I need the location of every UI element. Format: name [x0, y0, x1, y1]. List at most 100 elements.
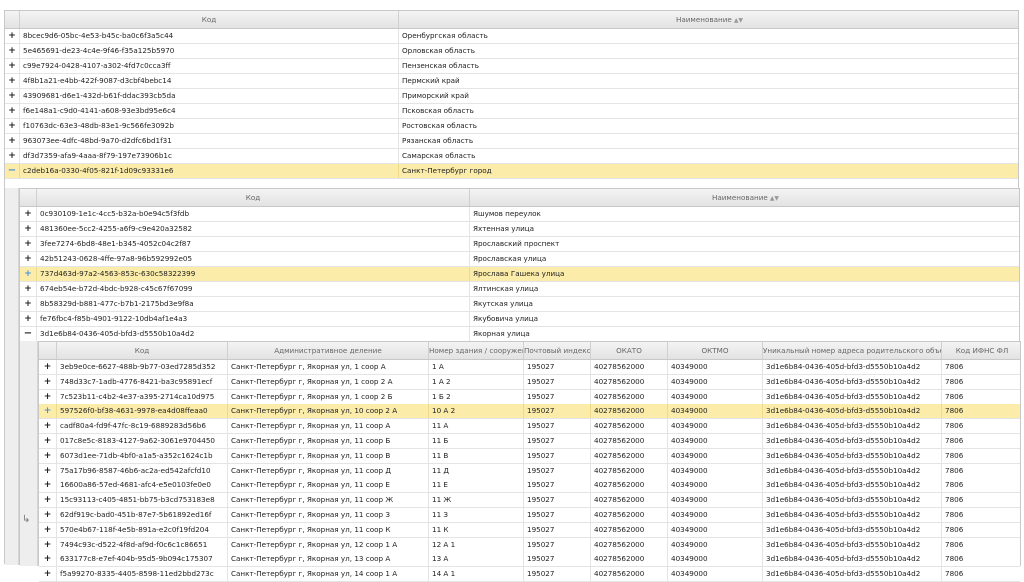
expand-row-icon[interactable]: +	[39, 390, 56, 404]
expand-row-icon[interactable]: +	[39, 375, 56, 389]
street-row[interactable]: +674eb54e-b72d-4bdc-b928-c45c67f67099 Ялт…	[20, 282, 1019, 297]
house-row[interactable]: +6073d1ee-71db-4bf0-a1a5-a352c1624c1b Сан…	[39, 448, 1020, 464]
expand-row-icon[interactable]: +	[39, 493, 56, 507]
column-header-name[interactable]: Наименование ▲▼	[398, 11, 1020, 28]
cell-name: Якутская улица	[469, 297, 1021, 311]
house-row[interactable]: +7c523b11-c4b2-4e37-a395-2714ca10d975 Сан…	[39, 389, 1020, 405]
sort-icon[interactable]: ▲▼	[770, 195, 779, 202]
region-row[interactable]: +5e465691-de23-4c4e-9f46-f35a125b5970 Орл…	[5, 44, 1018, 59]
cell-name: Ростовская область	[398, 119, 1020, 133]
region-row[interactable]: +4f8b1a21-e4bb-422f-9087-d3cbf4bebc14 Пер…	[5, 74, 1018, 89]
column-header-code[interactable]: Код	[19, 11, 398, 28]
expand-row-icon[interactable]: +	[20, 252, 36, 266]
street-row[interactable]: +737d463d-97a2-4563-853c-630c58322399 Яро…	[20, 267, 1019, 282]
expand-row-icon[interactable]: +	[39, 478, 56, 492]
column-header-postal[interactable]: Почтовый индекс	[523, 342, 590, 359]
column-header-oktmo[interactable]: ОКТМО	[667, 342, 762, 359]
house-row[interactable]: +62df919c-bad0-451b-87e7-5b61892ed16f Сан…	[39, 508, 1020, 523]
cell-admin: Санкт-Петербург г, Якорная ул, 1 соор 2 …	[227, 389, 428, 404]
expand-row-icon[interactable]: +	[39, 419, 56, 433]
cell-admin: Санкт-Петербург г, Якорная ул, 1 соор 2 …	[227, 374, 428, 389]
expand-row-icon[interactable]: +	[39, 404, 56, 418]
expand-row-icon[interactable]: +	[20, 297, 36, 311]
expand-row-icon[interactable]: +	[39, 508, 56, 522]
expand-row-icon[interactable]: +	[20, 222, 36, 236]
column-header-code[interactable]: Код	[56, 342, 227, 359]
expand-row-icon[interactable]: +	[20, 312, 36, 326]
column-header-name[interactable]: Наименование ▲▼	[469, 189, 1021, 206]
cell-code: 748d33c7-1adb-4776-8421-ba3c95891ecf	[56, 374, 227, 389]
expand-row-icon[interactable]: +	[20, 207, 36, 221]
house-row[interactable]: +748d33c7-1adb-4776-8421-ba3c95891ecf Сан…	[39, 374, 1020, 390]
region-row[interactable]: + c99e7924-0428-4107-a302-4fd7c0cca3ff Пен…	[5, 59, 1018, 74]
cell-postal: 195027	[523, 463, 590, 478]
expand-row-icon[interactable]: +	[5, 74, 19, 88]
expand-row-icon[interactable]: +	[5, 149, 19, 163]
column-header-code[interactable]: Код	[36, 189, 469, 206]
expand-row-icon[interactable]: +	[20, 237, 36, 251]
expand-row-icon[interactable]: +	[39, 538, 56, 552]
expand-row-icon[interactable]: +	[5, 59, 19, 73]
house-row[interactable]: + cadf80a4-fd9f-47fc-8c19-6889283d56b6 Сан…	[39, 419, 1020, 435]
cell-admin: Санкт-Петербург г, Якорная ул, 10 соор 2…	[227, 404, 428, 419]
street-row[interactable]: +3fee7274-6bd8-48e1-b345-4052c04c2f87 Яро…	[20, 237, 1019, 252]
cell-building: 14 А 1	[428, 567, 523, 582]
house-row[interactable]: +633177c8-e7ef-404b-95d5-9b094c175307 Сан…	[39, 552, 1020, 568]
street-row[interactable]: +481360ee-5cc2-4255-a6f9-c9e420a32582 Яхт…	[20, 222, 1019, 237]
cell-oktmo: 40349000	[667, 434, 762, 448]
expand-row-icon[interactable]: +	[5, 29, 19, 43]
cell-building: 11 З	[428, 508, 523, 522]
street-row[interactable]: +42b51243-0628-4ffe-97a8-96b592992e05 Яро…	[20, 252, 1019, 267]
collapse-row-icon[interactable]: −	[20, 327, 36, 341]
house-row[interactable]: +017c8e5c-8183-4127-9a62-3061e9704450 Сан…	[39, 434, 1020, 449]
region-row[interactable]: + f6e148a1-c9d0-4141-a608-93e3bd95e6c4 Пск…	[5, 104, 1018, 119]
expand-row-icon[interactable]: +	[5, 104, 19, 118]
cell-name: Оренбургская область	[398, 29, 1020, 43]
cell-postal: 195027	[523, 478, 590, 493]
region-row[interactable]: − c2deb16a-0330-4f05-821f-1d09c93331e6 Сан…	[5, 164, 1018, 179]
cell-code: 633177c8-e7ef-404b-95d5-9b094c175307	[56, 552, 227, 567]
street-row[interactable]: +8b58329d-b881-477c-b7b1-2175bd3e9f8a Яку…	[20, 297, 1019, 312]
expand-row-icon[interactable]: +	[20, 282, 36, 296]
expand-row-icon[interactable]: +	[39, 552, 56, 566]
column-header-building[interactable]: Номер здания / сооружения	[428, 342, 523, 359]
street-row[interactable]: +0c930109-1e1c-4cc5-b32a-b0e94c5f3fdb Яшу…	[20, 207, 1019, 222]
sort-icon[interactable]: ▲▼	[734, 17, 743, 24]
street-row[interactable]: −3d1e6b84-0436-405d-bfd3-d5550b10a4d2 Яко…	[20, 327, 1019, 342]
region-row[interactable]: +8bcec9d6-05bc-4e53-b45c-ba0c6f3a5c44 Оре…	[5, 29, 1018, 44]
expand-row-icon[interactable]: +	[39, 523, 56, 537]
cell-code: 7494c93c-d522-4f8d-af9d-f0c6c1c86651	[56, 537, 227, 552]
expand-row-icon[interactable]: +	[20, 267, 36, 281]
region-row[interactable]: + f10763dc-63e3-48db-83e1-9c566fe3092b Рос…	[5, 119, 1018, 134]
house-row[interactable]: +597526f0-bf38-4631-9978-ea4d08ffeaa0 Сан…	[39, 404, 1020, 420]
expand-row-icon[interactable]: +	[5, 134, 19, 148]
expand-row-icon[interactable]: +	[39, 434, 56, 448]
house-row[interactable]: +75a17b96-8587-46b6-ac2a-ed542afcfd10 Сан…	[39, 463, 1020, 479]
expand-row-icon[interactable]: +	[5, 89, 19, 103]
column-header-okato[interactable]: ОКАТО	[590, 342, 667, 359]
cell-admin: Санкт-Петербург г, Якорная ул, 12 соор 1…	[227, 537, 428, 552]
house-row[interactable]: +570e4b67-118f-4e5b-891a-e2c0f19fd204 Сан…	[39, 522, 1022, 538]
expand-row-icon[interactable]: +	[39, 567, 56, 581]
cell-ifns: 7806	[941, 522, 1022, 537]
column-header-parent[interactable]: Уникальный номер адреса родительского об…	[762, 342, 941, 359]
expand-row-icon[interactable]: +	[5, 44, 19, 58]
cell-parent: 3d1e6b84-0436-405d-bfd3-d5550b10a4d2	[762, 389, 941, 404]
expand-row-icon[interactable]: +	[39, 449, 56, 463]
cell-code: c2deb16a-0330-4f05-821f-1d09c93331e6	[19, 164, 398, 178]
house-row[interactable]: +15c93113-c405-4851-bb75-b3cd753183e8 Сан…	[39, 493, 1020, 509]
expand-row-icon[interactable]: +	[39, 464, 56, 478]
column-header-ifns[interactable]: Код ИФНС ФЛ	[941, 342, 1022, 359]
house-row[interactable]: + f5a99270-8335-4405-8598-11ed2bbd273c Сан…	[39, 567, 1020, 582]
column-header-admin[interactable]: Административное деление	[227, 342, 428, 359]
house-row[interactable]: +16600a86-57ed-4681-afc4-e5e0103fe0e0 Сан…	[39, 478, 1020, 494]
expand-row-icon[interactable]: +	[39, 360, 56, 374]
house-row[interactable]: +3eb9e0ce-6627-488b-9b77-03ed7285d352 Сан…	[39, 360, 1020, 375]
expand-row-icon[interactable]: +	[5, 119, 19, 133]
collapse-row-icon[interactable]: −	[5, 164, 19, 178]
region-row[interactable]: +963073ee-4dfc-48bd-9a70-d2dfc6bd1f31 Ряз…	[5, 134, 1018, 149]
region-row[interactable]: + df3d7359-afa9-4aaa-8f79-197e73906b1c Сам…	[5, 149, 1018, 164]
street-row[interactable]: + fe76fbc4-f85b-4901-9122-10db4af1e4a3 Яку…	[20, 312, 1019, 327]
house-row[interactable]: +7494c93c-d522-4f8d-af9d-f0c6c1c86651 Сан…	[39, 537, 1020, 553]
region-row[interactable]: +43909681-d6e1-432d-b61f-ddac393cb5da При…	[5, 89, 1018, 104]
